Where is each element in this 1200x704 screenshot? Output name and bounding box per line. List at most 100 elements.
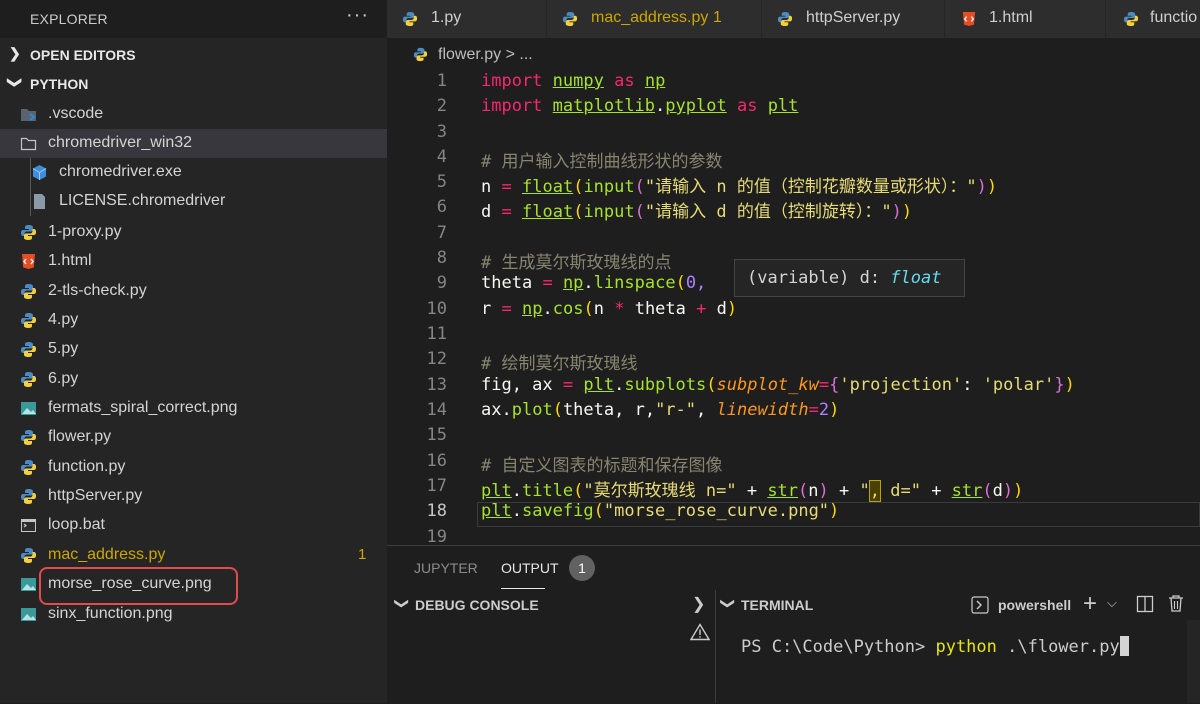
- warning-icon[interactable]: [690, 623, 710, 641]
- line-number: 1: [436, 71, 447, 91]
- active-tab-underline: [501, 588, 545, 589]
- terminal-command: python: [935, 637, 997, 657]
- python-icon: [21, 489, 36, 504]
- html-icon: [22, 254, 35, 269]
- tree-item-license[interactable]: LICENSE.chromedriver: [0, 187, 387, 216]
- terminal-label: TERMINAL: [741, 597, 814, 613]
- chevron-down-icon: ❯: [7, 76, 24, 89]
- folder-icon: [20, 137, 37, 151]
- line-number: 8: [436, 248, 447, 268]
- code-line-12: # 绘制莫尔斯玫瑰线: [481, 354, 638, 374]
- tree-item-chromedriver-exe[interactable]: chromedriver.exe: [0, 158, 387, 187]
- tab-1-py[interactable]: 1.py: [387, 0, 547, 38]
- chevron-right-icon[interactable]: ❯: [692, 594, 705, 614]
- tree-item-fermats-spiral[interactable]: fermats_spiral_correct.png: [0, 394, 387, 423]
- tab-1-html[interactable]: 1.html: [945, 0, 1106, 38]
- terminal-output[interactable]: PS C:\Code\Python> python .\flower.py: [741, 636, 1129, 657]
- python-icon: [21, 430, 36, 445]
- tree-item-label: 1-proxy.py: [48, 223, 122, 240]
- image-icon: [21, 402, 36, 415]
- tab-label: functio: [1150, 9, 1198, 26]
- bottom-panel: JUPYTER OUTPUT 1: [387, 545, 1200, 704]
- debug-console-label: DEBUG CONSOLE: [415, 597, 539, 613]
- tree-item-label: flower.py: [48, 428, 112, 445]
- tab-mac-address[interactable]: mac_address.py 1: [547, 0, 762, 38]
- chevron-down-icon[interactable]: ⌵: [1107, 595, 1117, 611]
- tree-item-label: loop.bat: [48, 516, 105, 533]
- terminal-prompt: PS C:\Code\Python>: [741, 637, 936, 657]
- chevron-down-icon: ❯: [394, 597, 411, 610]
- line-number: 14: [426, 400, 447, 420]
- tree-item-label: LICENSE.chromedriver: [59, 192, 226, 209]
- tree-item-label: 2-tls-check.py: [48, 282, 147, 299]
- tree-item-flower-py[interactable]: flower.py: [0, 423, 387, 452]
- terminal-shell-icon: [971, 596, 989, 614]
- python-icon: [777, 11, 793, 27]
- debug-console-header[interactable]: ❯ DEBUG CONSOLE: [387, 590, 715, 620]
- tree-item-chromedriver-folder[interactable]: chromedriver_win32: [0, 129, 387, 158]
- line-number: 4: [436, 147, 447, 167]
- tab-httpserver[interactable]: httpServer.py: [762, 0, 945, 38]
- python-icon: [21, 548, 36, 563]
- tree-item-label: 1.html: [48, 252, 92, 269]
- tab-output[interactable]: OUTPUT: [501, 560, 559, 576]
- tree-item-1-proxy[interactable]: 1-proxy.py: [0, 218, 387, 247]
- chevron-down-icon: ❯: [720, 597, 737, 610]
- tab-label: httpServer.py: [806, 9, 901, 26]
- terminal-scrollbar[interactable]: [1187, 620, 1200, 703]
- line-number: 2: [436, 96, 447, 116]
- tree-item-2-tls-check[interactable]: 2-tls-check.py: [0, 277, 387, 306]
- highlight-annotation: [39, 567, 238, 605]
- hover-text: (variable) d: float: [747, 268, 942, 288]
- line-number: 9: [436, 273, 447, 293]
- code-line-13: fig, ax = plt.subplots(subplot_kw={'proj…: [481, 375, 1075, 395]
- python-icon: [413, 47, 428, 62]
- code-line-4: # 用户输入控制曲线形状的参数: [481, 152, 723, 172]
- bat-icon: [21, 519, 36, 532]
- tree-item-5-py[interactable]: 5.py: [0, 335, 387, 364]
- code-line-14: ax.plot(theta, r,"r-", linewidth=2): [481, 400, 840, 420]
- breadcrumb: flower.py > ...: [387, 38, 1200, 70]
- terminal-header[interactable]: ❯ TERMINAL powershell + ⌵: [716, 590, 1200, 620]
- tab-function[interactable]: functio: [1106, 0, 1200, 38]
- shell-name[interactable]: powershell: [998, 597, 1071, 613]
- output-count-badge: 1: [569, 555, 595, 581]
- vscode-folder-icon: [21, 109, 36, 121]
- line-number: 7: [436, 223, 447, 243]
- tree-item-6-py[interactable]: 6.py: [0, 365, 387, 394]
- python-icon: [21, 313, 36, 328]
- breadcrumb-text[interactable]: flower.py > ...: [438, 46, 533, 64]
- tree-item-label: 6.py: [48, 370, 79, 387]
- explorer-header: EXPLORER ···: [0, 0, 387, 38]
- python-icon: [21, 460, 36, 475]
- python-icon: [21, 342, 36, 357]
- tree-item-httpserver-py[interactable]: httpServer.py: [0, 482, 387, 511]
- tree-item-function-py[interactable]: function.py: [0, 453, 387, 482]
- explorer-title: EXPLORER: [30, 11, 108, 27]
- terminal-args: .\flower.py: [996, 637, 1120, 657]
- tree-item-1-html[interactable]: 1.html: [0, 247, 387, 276]
- line-number: 17: [426, 476, 447, 496]
- section-python[interactable]: ❯ PYTHON: [0, 70, 387, 98]
- more-actions-icon[interactable]: ···: [346, 4, 369, 27]
- python-icon: [562, 11, 578, 27]
- section-open-editors[interactable]: ❯ OPEN EDITORS: [0, 41, 387, 69]
- tree-item-loop-bat[interactable]: loop.bat: [0, 511, 387, 540]
- split-terminal-icon[interactable]: [1136, 595, 1154, 613]
- trash-icon[interactable]: [1167, 594, 1185, 613]
- tree-item-label: httpServer.py: [48, 487, 143, 504]
- code-editor[interactable]: 1 2 3 4 5 6 7 8 9 10 11 12 13 14 15 16 1…: [387, 70, 1200, 545]
- tree-item-vscode[interactable]: .vscode: [0, 100, 387, 129]
- tree-item-4-py[interactable]: 4.py: [0, 306, 387, 335]
- code-line-18: plt.savefig("morse_rose_curve.png"): [481, 501, 840, 521]
- new-terminal-icon[interactable]: +: [1083, 590, 1097, 618]
- tree-item-mac-address-py[interactable]: mac_address.py 1: [0, 541, 387, 570]
- exe-icon: [32, 165, 47, 180]
- section-label: PYTHON: [30, 76, 89, 92]
- python-icon: [21, 284, 36, 299]
- line-number: 16: [426, 451, 447, 471]
- tab-jupyter[interactable]: JUPYTER: [414, 560, 478, 576]
- tab-label: 1.html: [989, 9, 1033, 26]
- tree-item-label: chromedriver.exe: [59, 163, 182, 180]
- tree-item-label: fermats_spiral_correct.png: [48, 399, 238, 416]
